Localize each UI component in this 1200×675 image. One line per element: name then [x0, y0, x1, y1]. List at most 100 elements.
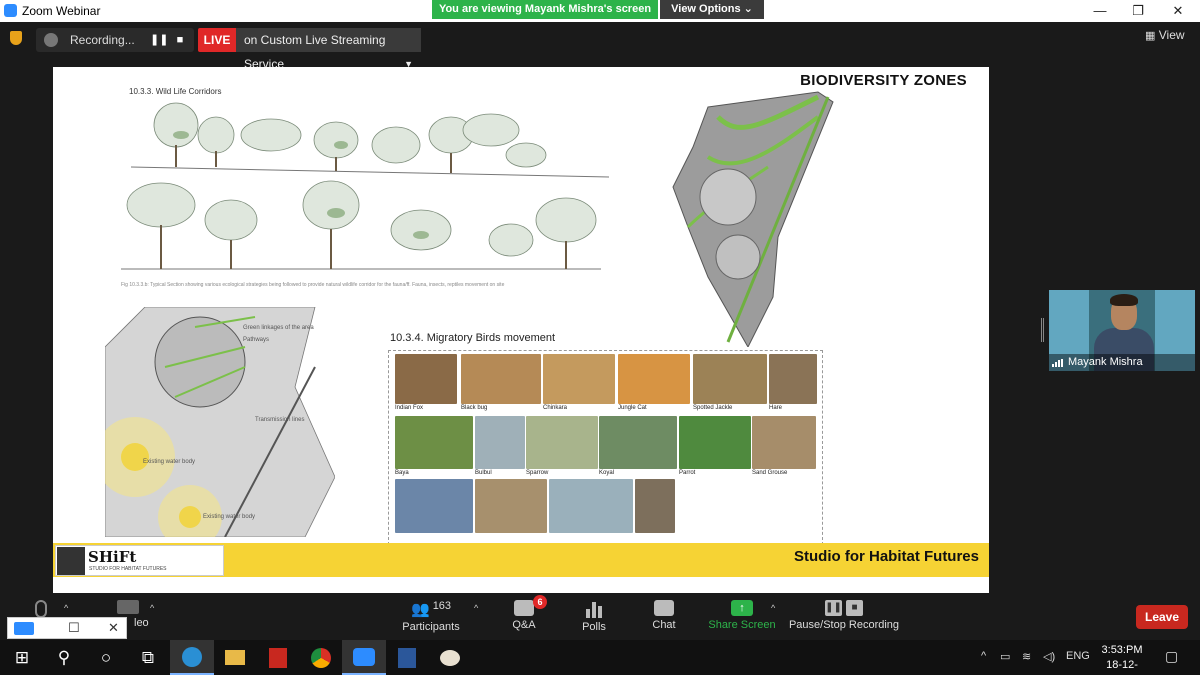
tray-overflow-icon[interactable]: ^	[981, 650, 986, 662]
animal-card: Koyal	[599, 416, 677, 479]
edge-browser-icon[interactable]	[170, 640, 214, 675]
pause-stop-recording-button[interactable]: ❚❚ ■ Pause/Stop Recording	[788, 593, 900, 631]
taskbar-clock[interactable]: 3:53:PM 18-12-2020	[1094, 643, 1150, 675]
microphone-muted-icon	[35, 600, 47, 618]
word-icon[interactable]	[385, 640, 429, 675]
animal-photo	[395, 354, 457, 404]
stop-recording-icon[interactable]: ■	[173, 33, 187, 47]
search-icon[interactable]: ⚲	[42, 640, 86, 675]
animal-photo	[543, 354, 615, 404]
animal-card: Bulbul	[475, 416, 525, 479]
animal-label: Baya	[395, 470, 409, 476]
video-options-caret[interactable]: ^	[150, 603, 154, 613]
window-titlebar: Zoom Webinar You are viewing Mayank Mish…	[0, 0, 1200, 22]
animal-photo	[461, 354, 541, 404]
windows-start-icon[interactable]: ⊞	[0, 640, 44, 675]
view-label: View	[1158, 28, 1185, 42]
restore-icon[interactable]: ❐	[1118, 1, 1158, 21]
qa-button[interactable]: 6 Q&A	[503, 593, 547, 631]
shift-logo: SHiFt STUDIO FOR HABITAT FUTURES	[55, 545, 224, 576]
animal-label: Sparrow	[526, 470, 549, 476]
qa-label: Q&A	[512, 619, 536, 631]
zoom-taskbar-icon[interactable]	[342, 640, 386, 675]
participants-count: 163	[432, 600, 452, 612]
qa-icon	[514, 600, 534, 616]
animal-photo	[769, 354, 817, 404]
participants-button[interactable]: 👥 163 Participants	[398, 593, 464, 633]
animal-card: Sparrow	[526, 416, 598, 479]
live-badge: LIVE	[198, 28, 236, 52]
wifi-icon[interactable]: ≋	[1022, 650, 1031, 663]
chat-icon	[654, 600, 674, 616]
paint-app-icon[interactable]	[428, 640, 472, 675]
logo-brand-text: SHiFt	[88, 548, 137, 566]
animal-label: Koyal	[599, 470, 615, 476]
meeting-toolbar: ^ leo ^ 👥 163 Participants ^ 6 Q&A Polls…	[0, 593, 1200, 640]
screen-share-banner: You are viewing Mayank Mishra's screen	[432, 0, 658, 19]
wildlife-corridor-sketch	[121, 102, 610, 270]
minimize-icon[interactable]: —	[1080, 1, 1120, 21]
windows-taskbar: ⊞ ⚲ ○ ⧉ ^ ▭ ≋ ◁) ENG 3:53:PM 18-12-2020 …	[0, 640, 1200, 675]
live-streaming-dropdown[interactable]: on Custom Live Streaming Service ▼	[236, 28, 421, 71]
participant-video-tile[interactable]: Mayank Mishra	[1049, 290, 1195, 371]
animal-photo	[693, 354, 767, 404]
acrobat-icon[interactable]	[256, 640, 300, 675]
animal-card: Parrot	[679, 416, 751, 479]
animal-label: Indian Fox	[395, 405, 424, 411]
chat-button[interactable]: Chat	[646, 593, 682, 631]
section-heading-migratory-birds: 10.3.4. Migratory Birds movement	[390, 332, 556, 344]
animal-card	[475, 479, 547, 543]
zoom-mini-icon[interactable]	[14, 622, 34, 635]
share-options-caret[interactable]: ^	[771, 603, 775, 613]
zoom-logo-icon	[4, 4, 17, 17]
security-shield-icon[interactable]	[10, 31, 22, 45]
close-icon[interactable]: ✕	[1158, 1, 1198, 21]
video-panel-resize-handle[interactable]	[1041, 318, 1044, 342]
file-explorer-icon[interactable]	[213, 640, 257, 675]
studio-name: Studio for Habitat Futures	[794, 548, 979, 565]
map-label-pathways: Pathways	[243, 337, 270, 343]
notifications-icon[interactable]: ▢	[1165, 648, 1178, 665]
chrome-icon[interactable]	[299, 640, 343, 675]
animal-photo	[549, 479, 633, 533]
animal-card	[549, 479, 633, 543]
animal-label: Spotted Jackle	[693, 405, 733, 411]
audio-options-caret[interactable]: ^	[64, 603, 68, 613]
volume-icon[interactable]: ◁)	[1043, 650, 1055, 663]
cortana-icon[interactable]: ○	[84, 640, 128, 675]
window-title: Zoom Webinar	[22, 4, 101, 18]
animal-card: Sand Grouse	[752, 416, 816, 479]
animal-label: Hare	[769, 405, 783, 411]
animal-photo	[618, 354, 690, 404]
restore-icon[interactable]: ☐	[68, 620, 80, 636]
share-screen-icon: ↑	[731, 600, 753, 616]
corridor-caption: Fig 10.3.3.b: Typical Section showing va…	[121, 282, 505, 288]
animal-card: Jungle Cat	[618, 354, 690, 414]
meeting-top-bar: Recording... ❚❚ ■ LIVE on Custom Live St…	[0, 22, 1200, 71]
language-indicator[interactable]: ENG	[1066, 650, 1090, 662]
animal-card: Spotted Jackle	[693, 354, 767, 414]
logo-subtitle: STUDIO FOR HABITAT FUTURES	[89, 566, 167, 572]
polls-label: Polls	[582, 621, 606, 633]
view-options-button[interactable]: View Options ⌄	[660, 0, 764, 19]
map-label-green-linkages: Green linkages of the area	[243, 325, 314, 331]
video-off-icon	[117, 600, 139, 614]
view-button[interactable]: ▦ View	[1145, 28, 1185, 42]
animal-card	[395, 479, 473, 543]
close-icon[interactable]: ✕	[108, 620, 119, 636]
battery-icon[interactable]: ▭	[1000, 650, 1010, 663]
pause-recording-icon[interactable]: ❚❚	[150, 33, 168, 47]
pause-stop-icon: ❚❚ ■	[824, 600, 864, 616]
animal-photo	[526, 416, 598, 469]
animal-card: Indian Fox	[395, 354, 457, 414]
polls-button[interactable]: Polls	[575, 593, 613, 633]
animal-card	[635, 479, 675, 543]
share-screen-button[interactable]: ↑ Share Screen	[706, 593, 778, 631]
shared-screen-slide: BIODIVERSITY ZONES 10.3.3. Wild Life Cor…	[53, 67, 989, 593]
participants-options-caret[interactable]: ^	[474, 603, 478, 613]
animal-photo	[752, 416, 816, 469]
leave-button[interactable]: Leave	[1136, 605, 1188, 629]
animal-card: Black bug	[461, 354, 541, 414]
task-view-icon[interactable]: ⧉	[126, 640, 170, 675]
recording-cloud-icon	[44, 33, 58, 47]
